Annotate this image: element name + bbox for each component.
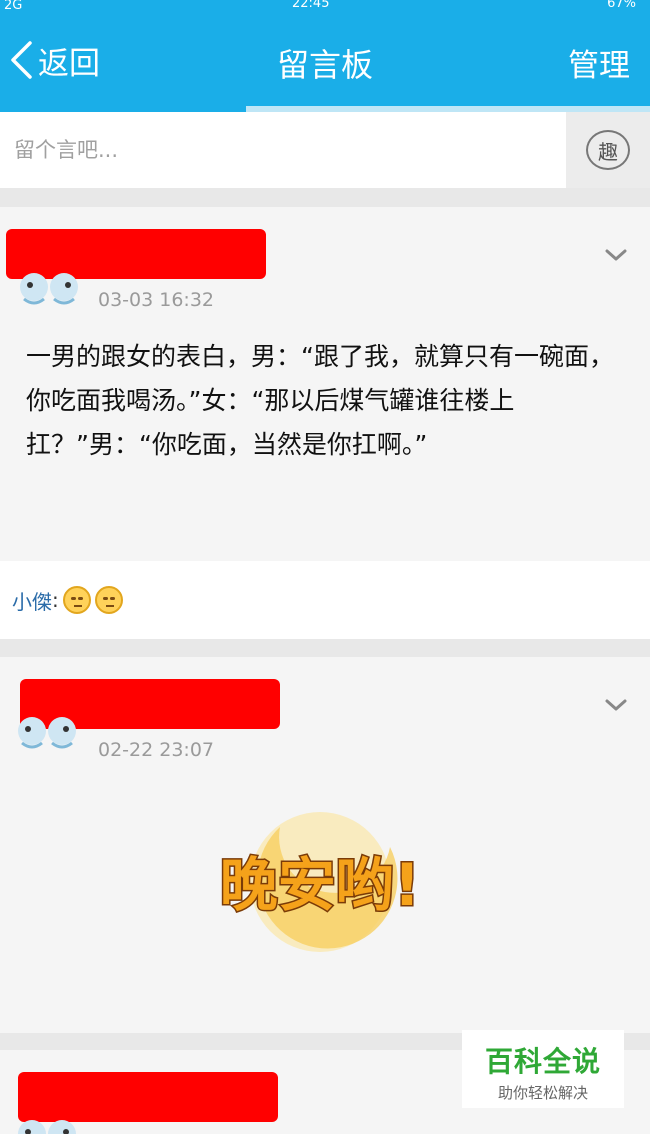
fun-label: 趣 — [598, 139, 618, 164]
good-night-sticker: 晚安哟! — [218, 812, 422, 952]
watermark-logo: 百科全说 助你轻松解决 — [462, 1030, 624, 1108]
post-time: 02-22 23:07 — [98, 739, 215, 761]
post-time: 03-03 16:32 — [98, 289, 215, 311]
avatar — [18, 1120, 76, 1134]
message-card: 02-22 23:07 晚安哟! — [0, 657, 650, 1033]
comment-row: 小傑 : — [0, 561, 650, 639]
watermark-title: 百科全说 — [484, 1045, 601, 1078]
avatar — [20, 273, 78, 305]
chevron-down-icon[interactable] — [604, 247, 628, 263]
manage-button[interactable]: 管理 — [568, 40, 630, 85]
emoji-icon — [94, 586, 123, 614]
page-title: 留言板 — [276, 46, 373, 84]
chevron-down-icon[interactable] — [604, 697, 628, 713]
speech-bubble-icon: 趣 — [586, 130, 630, 170]
battery-indicator: 67% — [607, 0, 636, 11]
network-indicator: 2G — [4, 0, 23, 13]
avatar — [18, 717, 76, 749]
message-board-screen: 2G 22:45 67% 返回 留言板 管理 趣 03-03 16:32 一男的… — [0, 0, 650, 1134]
clock: 22:45 — [292, 0, 330, 11]
redacted-username — [18, 1072, 278, 1122]
status-bar: 2G 22:45 67% — [0, 0, 650, 14]
sticker-text: 晚安哟! — [220, 851, 420, 919]
message-card: 03-03 16:32 一男的跟女的表白，男：“跟了我，就算只有一碗面，你吃面我… — [0, 207, 650, 639]
emoji-icon — [62, 586, 91, 614]
post-content: 一男的跟女的表白，男：“跟了我，就算只有一碗面，你吃面我喝汤。”女：“那以后煤气… — [26, 342, 614, 459]
watermark-subtitle: 助你轻松解决 — [497, 1084, 588, 1102]
comment-colon: : — [52, 588, 59, 612]
comment-author[interactable]: 小傑 — [12, 586, 52, 615]
compose-row: 趣 — [0, 112, 650, 188]
top-nav-bar: 返回 留言板 管理 — [0, 14, 650, 106]
fun-button[interactable]: 趣 — [566, 112, 650, 188]
message-input[interactable] — [0, 112, 566, 188]
